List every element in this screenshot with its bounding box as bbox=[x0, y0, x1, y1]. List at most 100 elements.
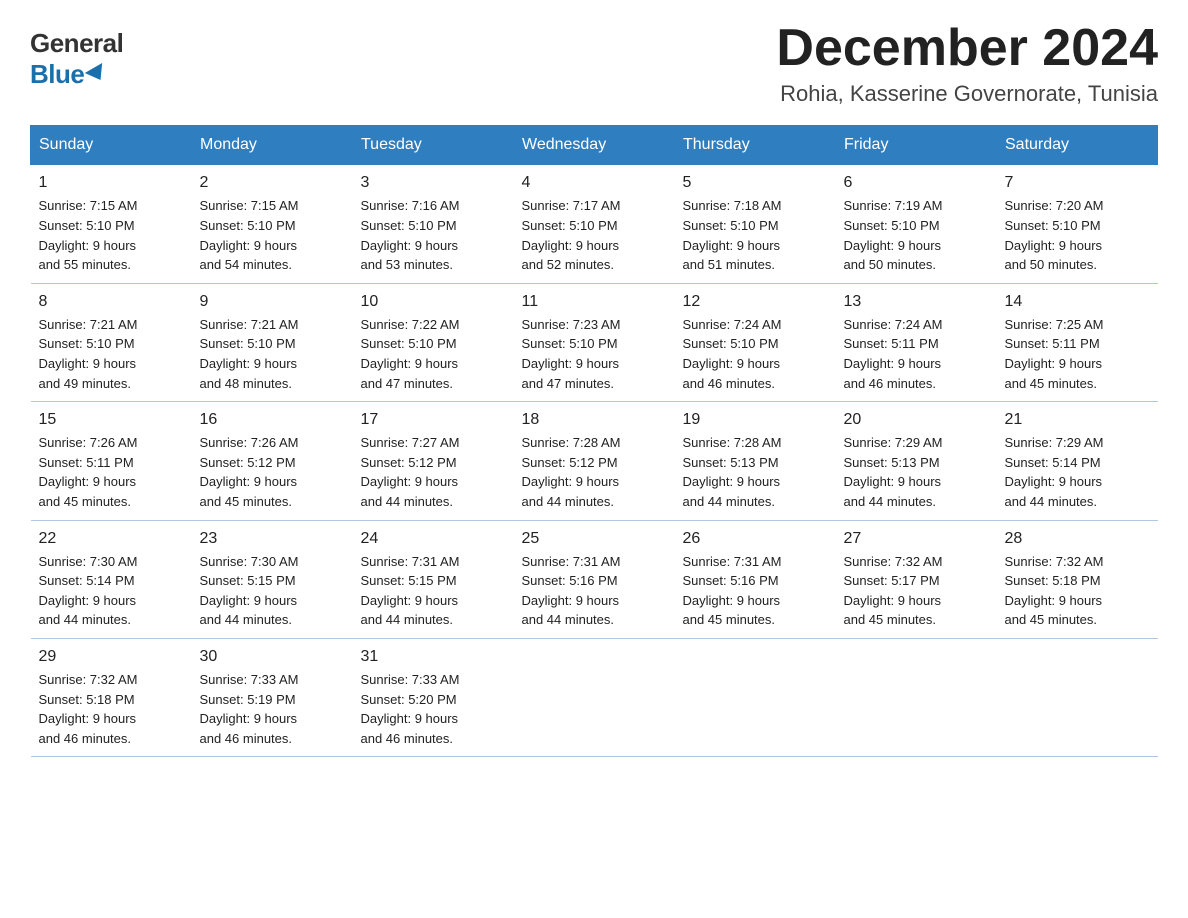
calendar-day-cell: 20 Sunrise: 7:29 AMSunset: 5:13 PMDaylig… bbox=[836, 402, 997, 520]
day-number: 17 bbox=[361, 408, 506, 431]
day-number: 10 bbox=[361, 290, 506, 313]
day-number: 11 bbox=[522, 290, 667, 313]
month-title: December 2024 bbox=[776, 20, 1158, 77]
calendar-day-cell: 29 Sunrise: 7:32 AMSunset: 5:18 PMDaylig… bbox=[31, 638, 192, 756]
day-info: Sunrise: 7:23 AMSunset: 5:10 PMDaylight:… bbox=[522, 317, 621, 391]
day-number: 13 bbox=[844, 290, 989, 313]
calendar-day-cell: 24 Sunrise: 7:31 AMSunset: 5:15 PMDaylig… bbox=[353, 520, 514, 638]
day-info: Sunrise: 7:19 AMSunset: 5:10 PMDaylight:… bbox=[844, 198, 943, 272]
day-number: 21 bbox=[1005, 408, 1150, 431]
day-number: 27 bbox=[844, 527, 989, 550]
day-number: 6 bbox=[844, 171, 989, 194]
day-number: 29 bbox=[39, 645, 184, 668]
page-header: General Blue December 2024 Rohia, Kasser… bbox=[30, 20, 1158, 107]
calendar-week-row: 22 Sunrise: 7:30 AMSunset: 5:14 PMDaylig… bbox=[31, 520, 1158, 638]
calendar-week-row: 8 Sunrise: 7:21 AMSunset: 5:10 PMDayligh… bbox=[31, 283, 1158, 401]
day-number: 16 bbox=[200, 408, 345, 431]
day-number: 14 bbox=[1005, 290, 1150, 313]
day-number: 15 bbox=[39, 408, 184, 431]
calendar-day-cell: 22 Sunrise: 7:30 AMSunset: 5:14 PMDaylig… bbox=[31, 520, 192, 638]
logo-blue-text: Blue bbox=[30, 59, 107, 90]
location-title: Rohia, Kasserine Governorate, Tunisia bbox=[776, 81, 1158, 107]
day-info: Sunrise: 7:17 AMSunset: 5:10 PMDaylight:… bbox=[522, 198, 621, 272]
day-info: Sunrise: 7:22 AMSunset: 5:10 PMDaylight:… bbox=[361, 317, 460, 391]
calendar-day-cell: 11 Sunrise: 7:23 AMSunset: 5:10 PMDaylig… bbox=[514, 283, 675, 401]
calendar-day-cell: 31 Sunrise: 7:33 AMSunset: 5:20 PMDaylig… bbox=[353, 638, 514, 756]
day-info: Sunrise: 7:15 AMSunset: 5:10 PMDaylight:… bbox=[200, 198, 299, 272]
day-number: 26 bbox=[683, 527, 828, 550]
calendar-day-cell: 18 Sunrise: 7:28 AMSunset: 5:12 PMDaylig… bbox=[514, 402, 675, 520]
day-number: 1 bbox=[39, 171, 184, 194]
day-number: 31 bbox=[361, 645, 506, 668]
col-wednesday: Wednesday bbox=[514, 126, 675, 165]
col-tuesday: Tuesday bbox=[353, 126, 514, 165]
calendar-day-cell: 30 Sunrise: 7:33 AMSunset: 5:19 PMDaylig… bbox=[192, 638, 353, 756]
calendar-week-row: 1 Sunrise: 7:15 AMSunset: 5:10 PMDayligh… bbox=[31, 165, 1158, 283]
title-section: December 2024 Rohia, Kasserine Governora… bbox=[776, 20, 1158, 107]
col-monday: Monday bbox=[192, 126, 353, 165]
calendar-header-row: Sunday Monday Tuesday Wednesday Thursday… bbox=[31, 126, 1158, 165]
day-info: Sunrise: 7:18 AMSunset: 5:10 PMDaylight:… bbox=[683, 198, 782, 272]
calendar-day-cell: 28 Sunrise: 7:32 AMSunset: 5:18 PMDaylig… bbox=[997, 520, 1158, 638]
day-number: 2 bbox=[200, 171, 345, 194]
day-info: Sunrise: 7:21 AMSunset: 5:10 PMDaylight:… bbox=[200, 317, 299, 391]
day-number: 8 bbox=[39, 290, 184, 313]
day-info: Sunrise: 7:33 AMSunset: 5:19 PMDaylight:… bbox=[200, 672, 299, 746]
day-info: Sunrise: 7:31 AMSunset: 5:16 PMDaylight:… bbox=[683, 554, 782, 628]
day-info: Sunrise: 7:28 AMSunset: 5:13 PMDaylight:… bbox=[683, 435, 782, 509]
day-number: 24 bbox=[361, 527, 506, 550]
day-number: 9 bbox=[200, 290, 345, 313]
logo-triangle-icon bbox=[85, 62, 109, 84]
calendar-day-cell: 19 Sunrise: 7:28 AMSunset: 5:13 PMDaylig… bbox=[675, 402, 836, 520]
day-number: 30 bbox=[200, 645, 345, 668]
day-info: Sunrise: 7:20 AMSunset: 5:10 PMDaylight:… bbox=[1005, 198, 1104, 272]
day-info: Sunrise: 7:32 AMSunset: 5:18 PMDaylight:… bbox=[1005, 554, 1104, 628]
calendar-day-cell bbox=[514, 638, 675, 756]
day-info: Sunrise: 7:15 AMSunset: 5:10 PMDaylight:… bbox=[39, 198, 138, 272]
day-info: Sunrise: 7:24 AMSunset: 5:11 PMDaylight:… bbox=[844, 317, 943, 391]
calendar-table: Sunday Monday Tuesday Wednesday Thursday… bbox=[30, 125, 1158, 757]
day-info: Sunrise: 7:31 AMSunset: 5:15 PMDaylight:… bbox=[361, 554, 460, 628]
calendar-day-cell: 27 Sunrise: 7:32 AMSunset: 5:17 PMDaylig… bbox=[836, 520, 997, 638]
day-info: Sunrise: 7:27 AMSunset: 5:12 PMDaylight:… bbox=[361, 435, 460, 509]
day-number: 18 bbox=[522, 408, 667, 431]
day-number: 19 bbox=[683, 408, 828, 431]
calendar-day-cell: 9 Sunrise: 7:21 AMSunset: 5:10 PMDayligh… bbox=[192, 283, 353, 401]
col-saturday: Saturday bbox=[997, 126, 1158, 165]
day-info: Sunrise: 7:26 AMSunset: 5:12 PMDaylight:… bbox=[200, 435, 299, 509]
col-friday: Friday bbox=[836, 126, 997, 165]
calendar-day-cell: 26 Sunrise: 7:31 AMSunset: 5:16 PMDaylig… bbox=[675, 520, 836, 638]
calendar-day-cell bbox=[836, 638, 997, 756]
day-number: 25 bbox=[522, 527, 667, 550]
day-info: Sunrise: 7:24 AMSunset: 5:10 PMDaylight:… bbox=[683, 317, 782, 391]
calendar-day-cell: 2 Sunrise: 7:15 AMSunset: 5:10 PMDayligh… bbox=[192, 165, 353, 283]
day-info: Sunrise: 7:32 AMSunset: 5:18 PMDaylight:… bbox=[39, 672, 138, 746]
calendar-day-cell bbox=[675, 638, 836, 756]
day-number: 7 bbox=[1005, 171, 1150, 194]
calendar-day-cell: 16 Sunrise: 7:26 AMSunset: 5:12 PMDaylig… bbox=[192, 402, 353, 520]
calendar-day-cell: 7 Sunrise: 7:20 AMSunset: 5:10 PMDayligh… bbox=[997, 165, 1158, 283]
calendar-day-cell: 21 Sunrise: 7:29 AMSunset: 5:14 PMDaylig… bbox=[997, 402, 1158, 520]
day-number: 3 bbox=[361, 171, 506, 194]
calendar-day-cell: 15 Sunrise: 7:26 AMSunset: 5:11 PMDaylig… bbox=[31, 402, 192, 520]
calendar-day-cell: 4 Sunrise: 7:17 AMSunset: 5:10 PMDayligh… bbox=[514, 165, 675, 283]
day-info: Sunrise: 7:32 AMSunset: 5:17 PMDaylight:… bbox=[844, 554, 943, 628]
day-number: 12 bbox=[683, 290, 828, 313]
day-info: Sunrise: 7:26 AMSunset: 5:11 PMDaylight:… bbox=[39, 435, 138, 509]
day-info: Sunrise: 7:30 AMSunset: 5:14 PMDaylight:… bbox=[39, 554, 138, 628]
day-info: Sunrise: 7:31 AMSunset: 5:16 PMDaylight:… bbox=[522, 554, 621, 628]
calendar-day-cell: 10 Sunrise: 7:22 AMSunset: 5:10 PMDaylig… bbox=[353, 283, 514, 401]
calendar-day-cell: 25 Sunrise: 7:31 AMSunset: 5:16 PMDaylig… bbox=[514, 520, 675, 638]
logo-general-text: General bbox=[30, 28, 123, 59]
calendar-day-cell: 12 Sunrise: 7:24 AMSunset: 5:10 PMDaylig… bbox=[675, 283, 836, 401]
calendar-day-cell: 8 Sunrise: 7:21 AMSunset: 5:10 PMDayligh… bbox=[31, 283, 192, 401]
day-number: 28 bbox=[1005, 527, 1150, 550]
calendar-day-cell: 14 Sunrise: 7:25 AMSunset: 5:11 PMDaylig… bbox=[997, 283, 1158, 401]
day-number: 23 bbox=[200, 527, 345, 550]
calendar-day-cell: 17 Sunrise: 7:27 AMSunset: 5:12 PMDaylig… bbox=[353, 402, 514, 520]
calendar-day-cell: 13 Sunrise: 7:24 AMSunset: 5:11 PMDaylig… bbox=[836, 283, 997, 401]
calendar-day-cell: 23 Sunrise: 7:30 AMSunset: 5:15 PMDaylig… bbox=[192, 520, 353, 638]
calendar-day-cell: 1 Sunrise: 7:15 AMSunset: 5:10 PMDayligh… bbox=[31, 165, 192, 283]
day-info: Sunrise: 7:33 AMSunset: 5:20 PMDaylight:… bbox=[361, 672, 460, 746]
calendar-day-cell: 6 Sunrise: 7:19 AMSunset: 5:10 PMDayligh… bbox=[836, 165, 997, 283]
